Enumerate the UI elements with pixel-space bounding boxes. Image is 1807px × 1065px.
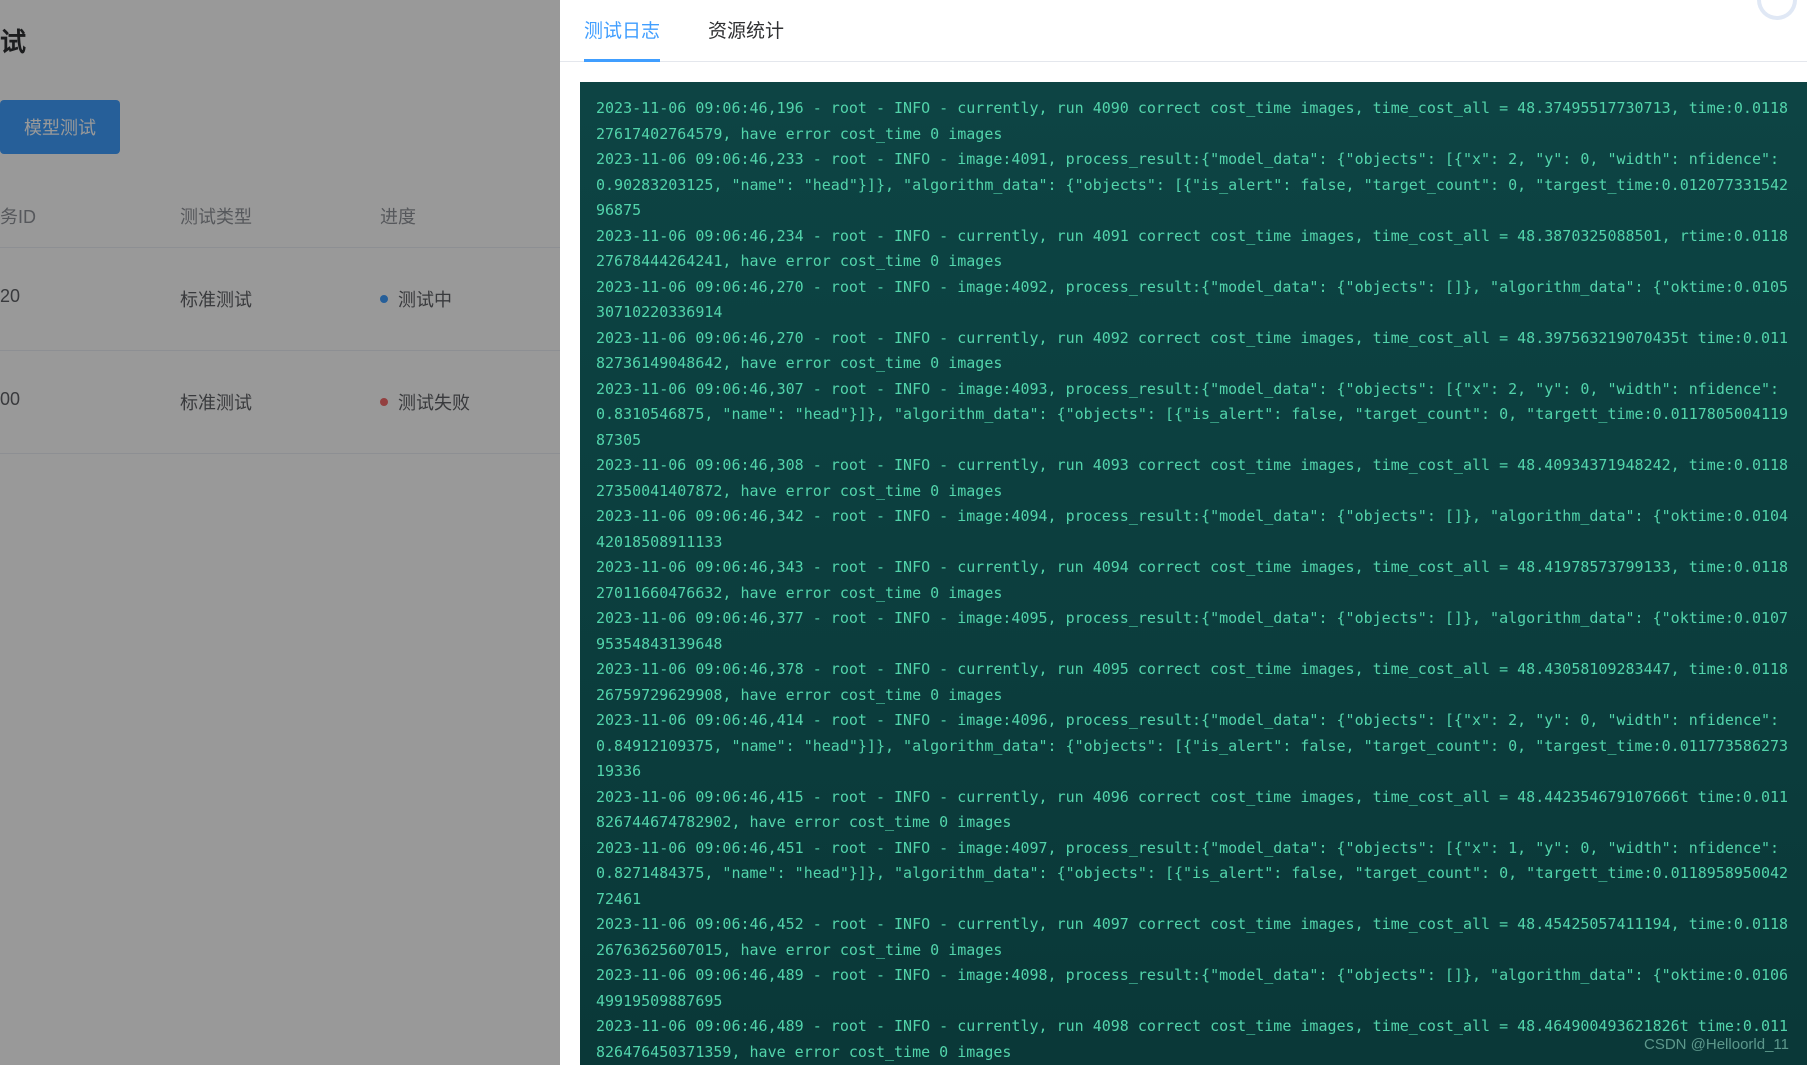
panel-tabs: 测试日志 资源统计 bbox=[560, 0, 1807, 62]
log-line: 2023-11-06 09:06:46,196 - root - INFO - … bbox=[596, 96, 1791, 147]
table-row[interactable]: 20 标准测试 测试中 bbox=[0, 248, 560, 351]
spinner-icon bbox=[1757, 0, 1797, 20]
status-dot-failed-icon bbox=[380, 398, 388, 406]
cell-progress: 测试中 bbox=[380, 286, 560, 312]
loading-area bbox=[1637, 0, 1807, 30]
log-line: 2023-11-06 09:06:46,234 - root - INFO - … bbox=[596, 224, 1791, 275]
progress-label: 测试中 bbox=[398, 286, 452, 312]
page-title: 试 bbox=[0, 22, 26, 59]
header-progress: 进度 bbox=[380, 203, 560, 229]
log-line: 2023-11-06 09:06:46,308 - root - INFO - … bbox=[596, 453, 1791, 504]
tab-resource-stats[interactable]: 资源统计 bbox=[708, 16, 784, 61]
log-line: 2023-11-06 09:06:46,489 - root - INFO - … bbox=[596, 963, 1791, 1014]
header-test-type: 测试类型 bbox=[180, 203, 380, 229]
log-line: 2023-11-06 09:06:46,233 - root - INFO - … bbox=[596, 147, 1791, 224]
log-line: 2023-11-06 09:06:46,343 - root - INFO - … bbox=[596, 555, 1791, 606]
log-line: 2023-11-06 09:06:46,378 - root - INFO - … bbox=[596, 657, 1791, 708]
test-table: 务ID 测试类型 进度 20 标准测试 测试中 00 标准测试 测试失败 bbox=[0, 185, 560, 454]
model-test-button[interactable]: 模型测试 bbox=[0, 100, 120, 154]
log-line: 2023-11-06 09:06:46,342 - root - INFO - … bbox=[596, 504, 1791, 555]
table-header: 务ID 测试类型 进度 bbox=[0, 185, 560, 248]
log-line: 2023-11-06 09:06:46,452 - root - INFO - … bbox=[596, 912, 1791, 963]
tab-test-log[interactable]: 测试日志 bbox=[584, 16, 660, 61]
watermark: CSDN @Helloorld_11 bbox=[1644, 1036, 1789, 1053]
log-line: 2023-11-06 09:06:46,414 - root - INFO - … bbox=[596, 708, 1791, 785]
cell-task-id: 00 bbox=[0, 389, 180, 415]
header-task-id: 务ID bbox=[0, 203, 180, 229]
log-line: 2023-11-06 09:06:46,270 - root - INFO - … bbox=[596, 275, 1791, 326]
progress-label: 测试失败 bbox=[398, 389, 470, 415]
status-dot-running-icon bbox=[380, 295, 388, 303]
cell-progress: 测试失败 bbox=[380, 389, 560, 415]
log-line: 2023-11-06 09:06:46,451 - root - INFO - … bbox=[596, 836, 1791, 913]
log-line: 2023-11-06 09:06:46,307 - root - INFO - … bbox=[596, 377, 1791, 454]
log-output[interactable]: 2023-11-06 09:06:46,196 - root - INFO - … bbox=[580, 82, 1807, 1065]
log-line: 2023-11-06 09:06:46,270 - root - INFO - … bbox=[596, 326, 1791, 377]
cell-test-type: 标准测试 bbox=[180, 389, 380, 415]
table-row[interactable]: 00 标准测试 测试失败 bbox=[0, 351, 560, 454]
log-line: 2023-11-06 09:06:46,415 - root - INFO - … bbox=[596, 785, 1791, 836]
log-line: 2023-11-06 09:06:46,489 - root - INFO - … bbox=[596, 1014, 1791, 1065]
log-panel: 测试日志 资源统计 2023-11-06 09:06:46,196 - root… bbox=[560, 0, 1807, 1065]
log-line: 2023-11-06 09:06:46,377 - root - INFO - … bbox=[596, 606, 1791, 657]
cell-task-id: 20 bbox=[0, 286, 180, 312]
cell-test-type: 标准测试 bbox=[180, 286, 380, 312]
